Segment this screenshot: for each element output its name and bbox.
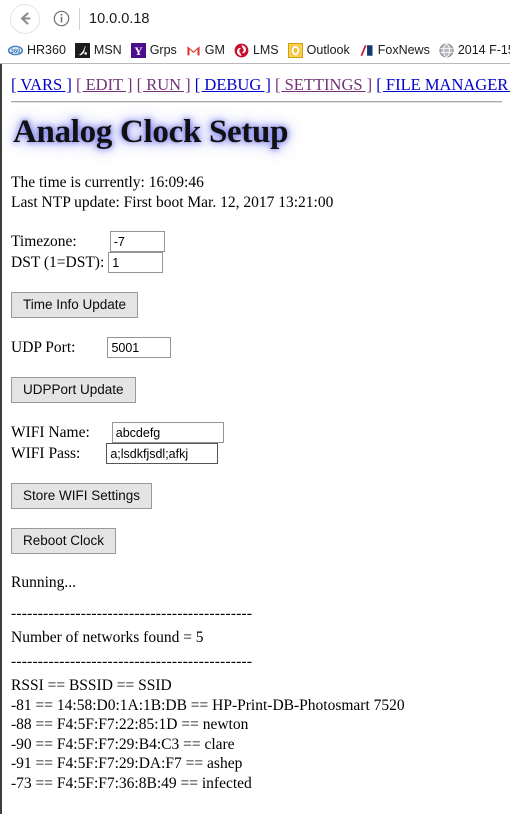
header-divider — [11, 101, 502, 104]
udp-port-row: UDP Port: — [11, 337, 502, 359]
lms-favicon — [234, 43, 249, 57]
gmail-favicon — [185, 42, 201, 58]
nav-link-run[interactable]: [ RUN ] — [137, 75, 191, 94]
globe-favicon — [439, 42, 454, 58]
wifi-pass-row: WIFI Pass: — [11, 443, 502, 465]
store-wifi-settings-button[interactable]: Store WIFI Settings — [11, 483, 153, 510]
bookmark-label: MSN — [93, 43, 122, 57]
bookmark-hr360[interactable]: 360 HR360 — [8, 42, 66, 58]
udp-port-update-button[interactable]: UDPPort Update — [11, 377, 136, 404]
bookmarks-bar: 360 HR360 MSN Y Grps GM LMS Outlook FoxN… — [0, 37, 510, 63]
timezone-input[interactable] — [109, 231, 165, 253]
bookmark-label: HR360 — [27, 43, 66, 57]
bookmark-gm[interactable]: GM — [185, 42, 225, 58]
network-row: -90 == F4:5F:F7:29:B4:C3 == clare — [11, 735, 235, 753]
browser-toolbar: 10.0.0.18 — [0, 0, 510, 37]
dst-label: DST (1=DST): — [11, 254, 105, 272]
svg-text:360: 360 — [10, 48, 21, 54]
timezone-label: Timezone: — [11, 233, 77, 251]
nav-link-edit[interactable]: [ EDIT ] — [76, 75, 133, 94]
network-row: -88 == F4:5F:F7:22:85:1D == newton — [11, 716, 249, 734]
udp-port-input[interactable] — [107, 337, 172, 359]
bookmark-lms[interactable]: LMS — [234, 43, 279, 58]
timezone-row: Timezone: — [11, 231, 502, 253]
foxnews-favicon — [358, 42, 374, 58]
last-ntp-update-line: Last NTP update: First boot Mar. 12, 201… — [11, 193, 334, 211]
network-row: -91 == F4:5F:F7:29:DA:F7 == ashep — [11, 755, 243, 773]
bookmark-label: LMS — [252, 43, 279, 57]
separator-bottom: ----------------------------------------… — [11, 653, 253, 671]
nav-link-settings[interactable]: [ SETTINGS ] — [275, 75, 372, 94]
bookmark-label: GM — [204, 43, 225, 57]
yahoo-groups-favicon: Y — [130, 42, 146, 58]
dst-row: DST (1=DST): — [11, 252, 502, 274]
bookmark-msn[interactable]: MSN — [74, 42, 122, 58]
url-divider — [79, 7, 80, 30]
time-info-update-button[interactable]: Time Info Update — [11, 292, 139, 319]
address-bar-url[interactable]: 10.0.0.18 — [89, 11, 149, 27]
nav-link-debug[interactable]: [ DEBUG ] — [195, 75, 271, 94]
svg-text:Y: Y — [134, 44, 143, 57]
bookmark-label: FoxNews — [377, 43, 430, 57]
bookmark-label: Grps — [149, 43, 177, 57]
bookmark-foxnews[interactable]: FoxNews — [358, 42, 430, 58]
nav-links: [ VARS ] [ EDIT ] [ RUN ] [ DEBUG ] [ SE… — [11, 75, 510, 94]
reboot-clock-button[interactable]: Reboot Clock — [11, 528, 117, 555]
bookmark-outlook[interactable]: Outlook — [287, 42, 350, 58]
network-row: -73 == F4:5F:F7:36:8B:49 == infected — [11, 774, 252, 792]
current-time-line: The time is currently: 16:09:46 — [11, 174, 204, 192]
nav-link-file-manager[interactable]: [ FILE MANAGER ] — [376, 75, 510, 94]
page-content: [ VARS ] [ EDIT ] [ RUN ] [ DEBUG ] [ SE… — [2, 64, 510, 793]
wifi-name-label: WIFI Name: — [11, 424, 90, 442]
page-viewport: [ VARS ] [ EDIT ] [ RUN ] [ DEBUG ] [ SE… — [0, 64, 510, 814]
bookmark-grps[interactable]: Y Grps — [130, 42, 177, 58]
nav-link-vars[interactable]: [ VARS ] — [11, 75, 72, 94]
networks-found-line: Number of networks found = 5 — [11, 628, 204, 646]
hr360-favicon: 360 — [8, 42, 23, 58]
udp-port-label: UDP Port: — [11, 339, 76, 357]
page-title: Analog Clock Setup — [13, 114, 289, 151]
dst-input[interactable] — [108, 252, 164, 274]
status-text: Running... — [11, 574, 77, 592]
wifi-name-input[interactable] — [111, 422, 224, 444]
site-info-icon[interactable] — [50, 8, 72, 30]
browser-chrome: 10.0.0.18 360 HR360 MSN Y Grps GM LMS Ou… — [0, 0, 510, 64]
wifi-pass-label: WIFI Pass: — [11, 445, 81, 463]
scan-table-header: RSSI == BSSID == SSID — [11, 677, 172, 695]
back-button[interactable] — [10, 3, 40, 34]
msn-favicon — [74, 42, 90, 58]
outlook-favicon — [287, 42, 303, 58]
separator-top: ----------------------------------------… — [11, 604, 253, 622]
bookmark-label: Outlook — [306, 43, 350, 57]
bookmark-2014-f-150[interactable]: 2014 F-150 — [439, 42, 510, 58]
network-row: -81 == 14:58:D0:1A:1B:DB == HP-Print-DB-… — [11, 696, 405, 714]
wifi-pass-input[interactable] — [106, 443, 219, 465]
wifi-name-row: WIFI Name: — [11, 422, 502, 444]
bookmark-label: 2014 F-150 — [457, 43, 510, 57]
